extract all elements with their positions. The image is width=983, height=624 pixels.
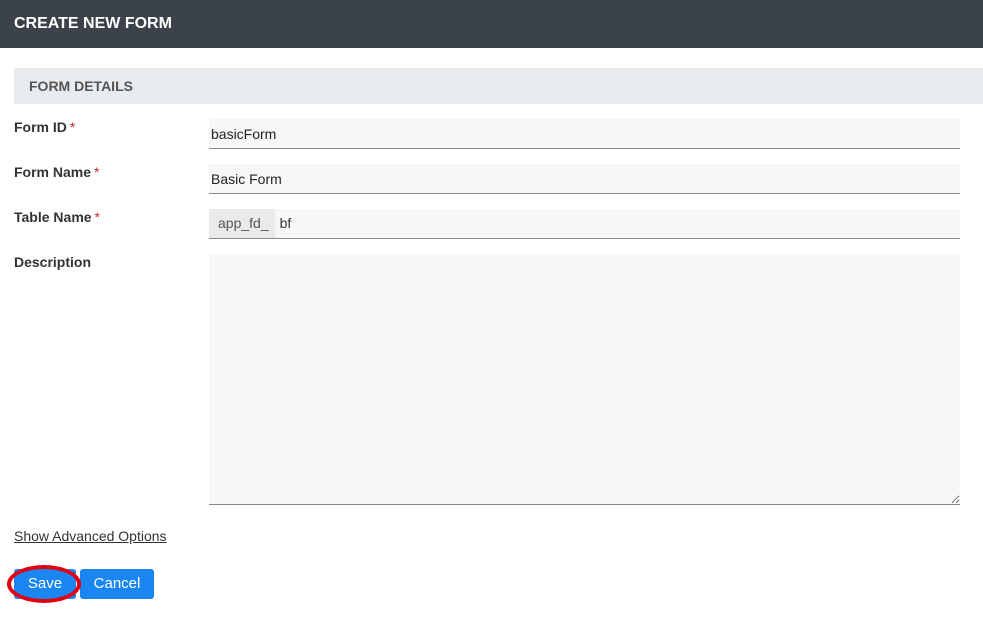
dialog-title: CREATE NEW FORM xyxy=(14,15,172,32)
form-id-input[interactable] xyxy=(209,119,960,149)
table-name-input[interactable] xyxy=(274,209,960,238)
show-advanced-options-link[interactable]: Show Advanced Options xyxy=(14,528,167,544)
required-mark: * xyxy=(69,119,76,135)
form-name-label-text: Form Name xyxy=(14,164,92,180)
form-id-label: Form ID * xyxy=(14,119,75,135)
section-title: FORM DETAILS xyxy=(29,78,133,94)
save-button[interactable]: Save xyxy=(14,569,76,599)
table-name-field: app_fd_ xyxy=(209,209,960,239)
required-mark: * xyxy=(94,164,100,180)
description-label: Description xyxy=(14,254,91,270)
dialog-header: CREATE NEW FORM xyxy=(0,0,983,48)
table-name-prefix: app_fd_ xyxy=(209,209,275,238)
form-name-label: Form Name * xyxy=(14,164,99,180)
description-label-text: Description xyxy=(14,254,92,270)
table-name-label-text: Table Name xyxy=(14,209,92,225)
form-id-label-text: Form ID xyxy=(14,119,67,135)
form-name-input[interactable] xyxy=(209,164,960,194)
cancel-button[interactable]: Cancel xyxy=(80,569,154,599)
table-name-label: Table Name * xyxy=(14,209,100,225)
description-textarea[interactable] xyxy=(209,254,960,505)
section-header: FORM DETAILS xyxy=(14,68,983,104)
required-mark: * xyxy=(94,209,100,225)
